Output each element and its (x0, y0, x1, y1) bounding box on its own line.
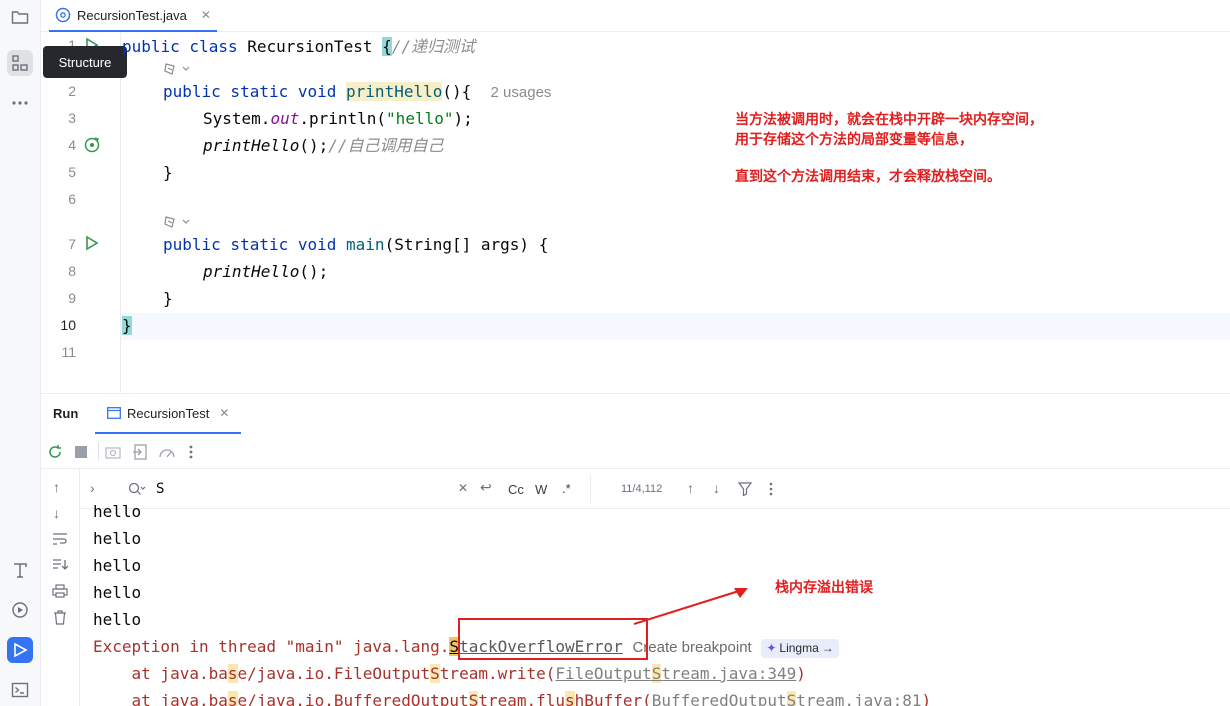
output-line: hello (93, 610, 142, 629)
code-line: printHello(); (203, 262, 329, 281)
code-line: System.out.println("hello"); (203, 109, 473, 128)
code-line: } (163, 163, 173, 182)
code-line: } (122, 316, 132, 335)
line-number: 3 (68, 110, 76, 126)
next-match-icon[interactable]: ↓ (713, 480, 720, 496)
line-number: 7 (68, 236, 76, 252)
close-icon[interactable]: ✕ (201, 8, 211, 22)
code-line: public static void printHello(){ 2 usage… (163, 82, 552, 101)
whole-words-toggle[interactable]: W (535, 482, 547, 497)
import-icon[interactable] (132, 444, 148, 460)
run-title: Run (53, 406, 79, 421)
structure-icon[interactable] (7, 50, 33, 76)
code-editor[interactable]: public class RecursionTest {//递归测试 publi… (122, 33, 1230, 392)
stop-icon[interactable] (74, 445, 88, 459)
previous-match-icon[interactable]: ↑ (687, 480, 694, 496)
run-icon[interactable] (7, 637, 33, 663)
more-icon[interactable] (7, 90, 33, 116)
divider (98, 442, 99, 460)
search-icon[interactable] (128, 482, 146, 496)
search-input[interactable] (156, 478, 456, 500)
tab-run-recursiontest[interactable]: RecursionTest ✕ (95, 394, 241, 434)
arrow-down-icon[interactable]: ↓ (53, 505, 60, 521)
structure-tooltip: Structure (43, 46, 127, 78)
line-number: 10 (60, 317, 76, 333)
line-number: 11 (61, 344, 76, 360)
more-icon[interactable] (768, 482, 774, 496)
ai-assist-icon[interactable] (163, 62, 193, 76)
tool-window-strip (0, 0, 41, 706)
annotation-note: 用于存储这个方法的局部变量等信息， (735, 132, 973, 148)
console-side-toolbar: ↑ ↓ (41, 469, 80, 706)
build-icon[interactable] (7, 557, 33, 583)
regex-toggle[interactable]: .* (562, 481, 571, 496)
editor-tab-bar: RecursionTest.java ✕ (41, 0, 1230, 32)
print-icon[interactable] (52, 584, 68, 598)
editor-gutter: 1 2 3 4 5 6 7 8 9 10 11 (41, 33, 121, 392)
output-line: hello (93, 583, 142, 602)
line-number: 2 (68, 83, 76, 99)
highlight-box (458, 618, 648, 660)
run-toolbar (41, 433, 1230, 469)
soft-wrap-icon[interactable] (52, 532, 68, 546)
folder-icon[interactable] (7, 4, 33, 30)
code-line: printHello();//自己调用自己 (203, 136, 444, 155)
run-tab-label: RecursionTest (127, 405, 210, 421)
more-icon[interactable] (188, 444, 194, 460)
camera-icon[interactable] (105, 444, 121, 460)
create-breakpoint-link[interactable]: Create breakpoint (632, 638, 751, 657)
divider (590, 475, 591, 503)
output-line: hello (93, 505, 142, 521)
java-class-icon (55, 7, 71, 23)
services-icon[interactable] (7, 597, 33, 623)
match-case-toggle[interactable]: Cc (508, 482, 524, 497)
lingma-button[interactable]: ✦ Lingma → (761, 639, 839, 658)
new-line-icon[interactable]: ↩ (480, 479, 492, 496)
line-number: 4 (68, 137, 76, 153)
line-number: 9 (68, 290, 76, 306)
tab-label: RecursionTest.java (77, 7, 187, 23)
annotation-arrow (633, 588, 748, 625)
clear-search-icon[interactable]: ✕ (458, 481, 468, 495)
ai-assist-icon[interactable] (163, 215, 193, 229)
code-line: } (163, 289, 173, 308)
annotation-note: 直到这个方法调用结束，才会释放栈空间。 (735, 169, 1001, 185)
terminal-icon[interactable] (7, 677, 33, 703)
trash-icon[interactable] (53, 610, 67, 625)
run-panel-header: Run RecursionTest ✕ (41, 393, 1230, 434)
arrow-up-icon[interactable]: ↑ (53, 479, 60, 495)
output-line: hello (93, 556, 142, 575)
chevron-right-icon[interactable]: › (90, 480, 95, 496)
code-line: public static void main(String[] args) { (163, 235, 549, 254)
run-gutter-icon[interactable] (83, 235, 99, 251)
annotation-note: 当方法被调用时，就会在栈中开辟一块内存空间， (735, 112, 1043, 128)
match-count: 11/4,112 (621, 483, 663, 495)
recursive-call-icon[interactable] (83, 136, 101, 154)
stacktrace-line: at java.base/java.io.BufferedOutputStrea… (93, 687, 931, 706)
stacktrace-line: at java.base/java.io.FileOutputStream.wr… (93, 664, 806, 683)
close-icon[interactable]: ✕ (219, 406, 229, 420)
output-line: hello (93, 529, 142, 548)
line-number: 8 (68, 263, 76, 279)
console-icon (107, 407, 121, 419)
profiler-icon[interactable] (158, 444, 176, 460)
scroll-to-end-icon[interactable] (52, 558, 68, 572)
tab-recursiontest-java[interactable]: RecursionTest.java ✕ (49, 0, 217, 32)
rerun-icon[interactable] (47, 444, 63, 460)
filter-icon[interactable] (738, 482, 752, 496)
line-number: 6 (68, 191, 76, 207)
line-number: 5 (68, 164, 76, 180)
console-find-bar: › ✕ ↩ Cc W .* 11/4,112 ↑ ↓ (80, 469, 1230, 509)
usages-hint[interactable]: 2 usages (491, 84, 552, 101)
code-line: public class RecursionTest {//递归测试 (122, 37, 476, 56)
